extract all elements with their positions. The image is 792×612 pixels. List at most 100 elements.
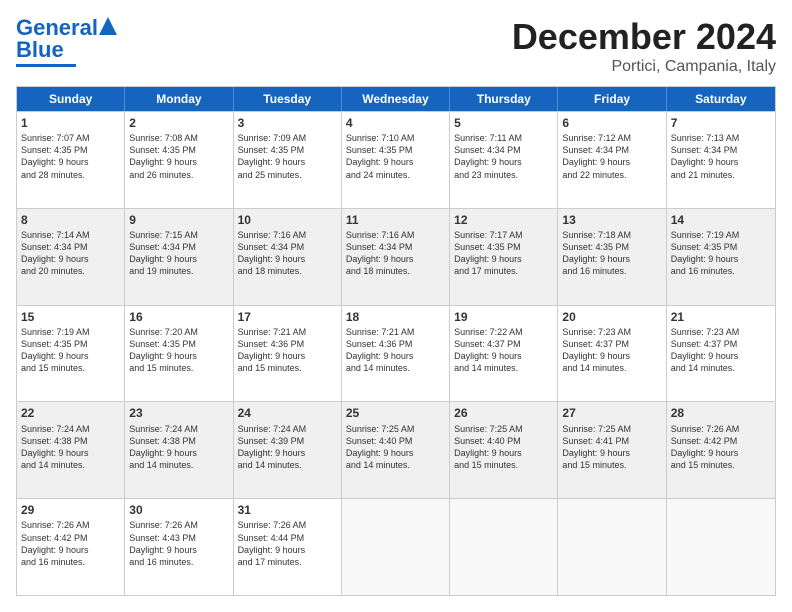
cell-line: Daylight: 9 hours xyxy=(129,447,228,459)
cell-line: Sunset: 4:36 PM xyxy=(238,338,337,350)
day-number: 10 xyxy=(238,212,337,228)
cell-line: Sunset: 4:35 PM xyxy=(21,338,120,350)
cell-line: Sunrise: 7:16 AM xyxy=(346,229,445,241)
day-number: 22 xyxy=(21,405,120,421)
cell-line: Sunrise: 7:24 AM xyxy=(238,423,337,435)
day-number: 5 xyxy=(454,115,553,131)
cell-line: and 15 minutes. xyxy=(562,459,661,471)
cell-line: Daylight: 9 hours xyxy=(562,447,661,459)
cell-line: Sunrise: 7:15 AM xyxy=(129,229,228,241)
cal-cell: 13Sunrise: 7:18 AMSunset: 4:35 PMDayligh… xyxy=(558,209,666,305)
cell-line: Sunrise: 7:22 AM xyxy=(454,326,553,338)
cell-line: and 21 minutes. xyxy=(671,169,771,181)
cell-line: and 16 minutes. xyxy=(129,556,228,568)
cell-line: and 25 minutes. xyxy=(238,169,337,181)
logo-triangle-icon xyxy=(99,17,117,35)
cal-cell: 18Sunrise: 7:21 AMSunset: 4:36 PMDayligh… xyxy=(342,306,450,402)
cell-line: Sunrise: 7:25 AM xyxy=(454,423,553,435)
cell-line: Sunrise: 7:14 AM xyxy=(21,229,120,241)
day-number: 28 xyxy=(671,405,771,421)
cell-line: and 14 minutes. xyxy=(562,362,661,374)
day-number: 20 xyxy=(562,309,661,325)
day-number: 24 xyxy=(238,405,337,421)
cell-line: Daylight: 9 hours xyxy=(346,447,445,459)
cell-line: Sunrise: 7:10 AM xyxy=(346,132,445,144)
cell-line: Sunrise: 7:19 AM xyxy=(671,229,771,241)
calendar-row: 1Sunrise: 7:07 AMSunset: 4:35 PMDaylight… xyxy=(17,111,775,208)
cell-line: Daylight: 9 hours xyxy=(238,544,337,556)
cal-cell-empty xyxy=(558,499,666,595)
logo-blue-text: Blue xyxy=(16,38,64,62)
day-number: 15 xyxy=(21,309,120,325)
cal-cell: 16Sunrise: 7:20 AMSunset: 4:35 PMDayligh… xyxy=(125,306,233,402)
cell-line: Daylight: 9 hours xyxy=(21,544,120,556)
cell-line: Daylight: 9 hours xyxy=(129,253,228,265)
cal-cell: 26Sunrise: 7:25 AMSunset: 4:40 PMDayligh… xyxy=(450,402,558,498)
cell-line: Daylight: 9 hours xyxy=(454,156,553,168)
cal-cell: 29Sunrise: 7:26 AMSunset: 4:42 PMDayligh… xyxy=(17,499,125,595)
cell-line: Sunset: 4:34 PM xyxy=(346,241,445,253)
cell-line: Sunrise: 7:24 AM xyxy=(21,423,120,435)
cal-cell: 24Sunrise: 7:24 AMSunset: 4:39 PMDayligh… xyxy=(234,402,342,498)
cell-line: Sunrise: 7:17 AM xyxy=(454,229,553,241)
cell-line: Daylight: 9 hours xyxy=(346,350,445,362)
cell-line: Sunrise: 7:19 AM xyxy=(21,326,120,338)
cell-line: Sunset: 4:34 PM xyxy=(671,144,771,156)
day-number: 17 xyxy=(238,309,337,325)
day-number: 1 xyxy=(21,115,120,131)
day-number: 12 xyxy=(454,212,553,228)
cal-header-day: Wednesday xyxy=(342,87,450,111)
cal-header-day: Saturday xyxy=(667,87,775,111)
calendar: SundayMondayTuesdayWednesdayThursdayFrid… xyxy=(16,86,776,596)
cell-line: and 17 minutes. xyxy=(238,556,337,568)
cell-line: Sunset: 4:42 PM xyxy=(671,435,771,447)
day-number: 31 xyxy=(238,502,337,518)
cell-line: Sunrise: 7:23 AM xyxy=(671,326,771,338)
cell-line: and 17 minutes. xyxy=(454,265,553,277)
cal-cell: 9Sunrise: 7:15 AMSunset: 4:34 PMDaylight… xyxy=(125,209,233,305)
cell-line: Sunset: 4:37 PM xyxy=(562,338,661,350)
day-number: 23 xyxy=(129,405,228,421)
cal-cell: 12Sunrise: 7:17 AMSunset: 4:35 PMDayligh… xyxy=(450,209,558,305)
cell-line: and 14 minutes. xyxy=(238,459,337,471)
cal-cell: 6Sunrise: 7:12 AMSunset: 4:34 PMDaylight… xyxy=(558,112,666,208)
cell-line: Daylight: 9 hours xyxy=(238,350,337,362)
cell-line: Sunset: 4:40 PM xyxy=(454,435,553,447)
cal-header-day: Tuesday xyxy=(234,87,342,111)
cell-line: Sunrise: 7:26 AM xyxy=(21,519,120,531)
cell-line: Sunrise: 7:08 AM xyxy=(129,132,228,144)
day-number: 27 xyxy=(562,405,661,421)
title-area: December 2024 Portici, Campania, Italy xyxy=(512,16,776,76)
cal-cell-empty xyxy=(342,499,450,595)
cal-cell: 8Sunrise: 7:14 AMSunset: 4:34 PMDaylight… xyxy=(17,209,125,305)
cal-cell: 23Sunrise: 7:24 AMSunset: 4:38 PMDayligh… xyxy=(125,402,233,498)
cell-line: Sunset: 4:37 PM xyxy=(671,338,771,350)
cal-cell: 11Sunrise: 7:16 AMSunset: 4:34 PMDayligh… xyxy=(342,209,450,305)
cell-line: Sunrise: 7:18 AM xyxy=(562,229,661,241)
day-number: 29 xyxy=(21,502,120,518)
cal-header-day: Monday xyxy=(125,87,233,111)
cal-cell-empty xyxy=(667,499,775,595)
cell-line: Sunrise: 7:11 AM xyxy=(454,132,553,144)
day-number: 13 xyxy=(562,212,661,228)
day-number: 8 xyxy=(21,212,120,228)
cell-line: Daylight: 9 hours xyxy=(129,350,228,362)
cell-line: Daylight: 9 hours xyxy=(129,544,228,556)
cell-line: and 14 minutes. xyxy=(346,362,445,374)
cell-line: Daylight: 9 hours xyxy=(671,156,771,168)
day-number: 6 xyxy=(562,115,661,131)
day-number: 7 xyxy=(671,115,771,131)
day-number: 21 xyxy=(671,309,771,325)
cell-line: and 14 minutes. xyxy=(21,459,120,471)
cell-line: Daylight: 9 hours xyxy=(454,253,553,265)
cell-line: Sunset: 4:43 PM xyxy=(129,532,228,544)
cell-line: Daylight: 9 hours xyxy=(346,253,445,265)
day-number: 19 xyxy=(454,309,553,325)
cell-line: Sunrise: 7:24 AM xyxy=(129,423,228,435)
cell-line: Sunset: 4:38 PM xyxy=(21,435,120,447)
cal-cell: 21Sunrise: 7:23 AMSunset: 4:37 PMDayligh… xyxy=(667,306,775,402)
cell-line: Sunset: 4:35 PM xyxy=(21,144,120,156)
cell-line: Sunset: 4:42 PM xyxy=(21,532,120,544)
cell-line: and 18 minutes. xyxy=(346,265,445,277)
cal-cell: 31Sunrise: 7:26 AMSunset: 4:44 PMDayligh… xyxy=(234,499,342,595)
